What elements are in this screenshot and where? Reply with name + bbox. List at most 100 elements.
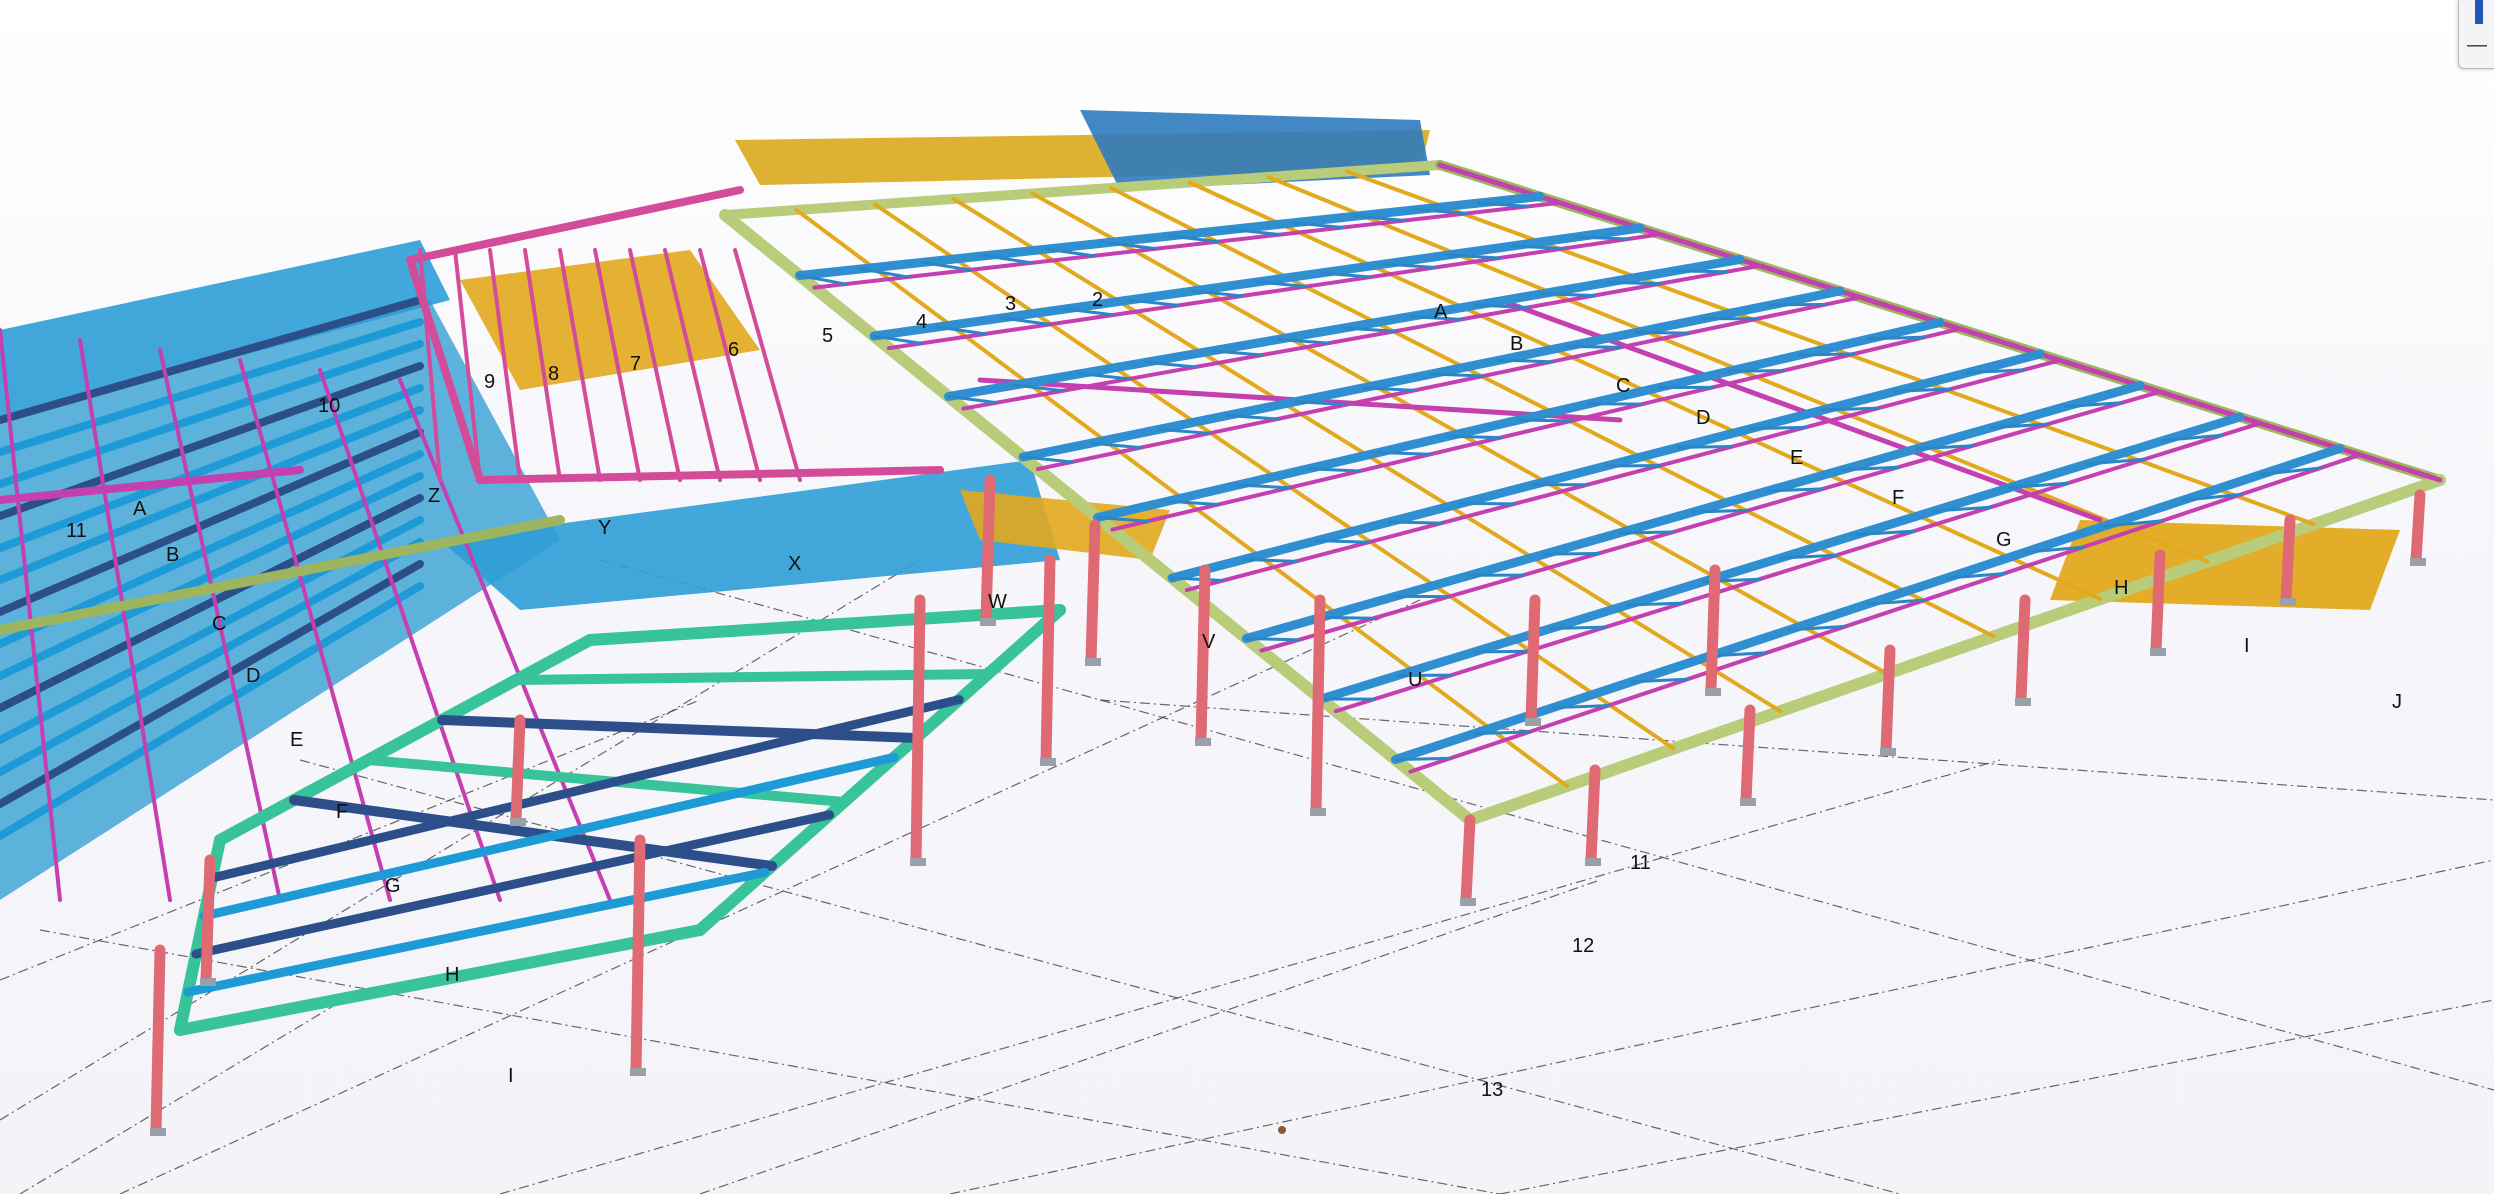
column bbox=[1585, 764, 1601, 866]
grid-label: U bbox=[1408, 669, 1422, 691]
column-baseplate bbox=[980, 618, 996, 626]
truss-web bbox=[1498, 358, 1554, 364]
truss-web bbox=[1517, 418, 1574, 423]
grid-label: 6 bbox=[728, 339, 739, 361]
framing-beam bbox=[694, 604, 1066, 936]
column bbox=[2280, 514, 2296, 606]
grid-label: Y bbox=[598, 517, 611, 539]
grid-label: Z bbox=[428, 485, 440, 507]
column bbox=[1705, 564, 1721, 696]
grid-line bbox=[19, 989, 361, 1194]
truss-web bbox=[1245, 637, 1301, 642]
column-baseplate bbox=[200, 978, 216, 986]
column bbox=[1460, 814, 1476, 906]
grid-label: 5 bbox=[822, 325, 833, 347]
truss-web bbox=[1691, 508, 1750, 514]
column bbox=[200, 854, 216, 986]
grid-label: B bbox=[166, 544, 179, 566]
column bbox=[150, 944, 166, 1136]
column bbox=[1525, 594, 1541, 726]
column-baseplate bbox=[1880, 748, 1896, 756]
truss-web bbox=[1574, 235, 1630, 241]
column bbox=[1040, 554, 1056, 766]
truss-web bbox=[1727, 369, 1785, 373]
column-baseplate bbox=[1460, 898, 1476, 906]
pink-frame-post bbox=[733, 248, 802, 482]
grid-label: 12 bbox=[1572, 935, 1594, 957]
grid-line bbox=[1499, 999, 2494, 1194]
framing-beam bbox=[199, 752, 899, 921]
column-baseplate bbox=[1585, 858, 1601, 866]
truss-web bbox=[1821, 406, 1880, 412]
grid-label: X bbox=[788, 553, 801, 575]
column-baseplate bbox=[1085, 658, 1101, 666]
grid-label: 7 bbox=[630, 353, 641, 375]
pink-frame bbox=[476, 466, 944, 484]
truss-web bbox=[1606, 280, 1662, 286]
truss-chord bbox=[812, 200, 1562, 290]
grid-label: G bbox=[385, 875, 401, 897]
truss-web bbox=[1617, 530, 1675, 535]
truss-web bbox=[1447, 434, 1503, 440]
column-baseplate bbox=[510, 818, 526, 826]
grid-label: A bbox=[133, 498, 147, 520]
column bbox=[1195, 564, 1211, 746]
column bbox=[510, 714, 526, 826]
grid-label: 11 bbox=[1630, 852, 1651, 874]
grid-line bbox=[949, 859, 2494, 1194]
truss-web bbox=[1242, 557, 1298, 563]
truss-web bbox=[1315, 539, 1371, 544]
grid-label: I bbox=[2244, 635, 2250, 657]
grid-label: F bbox=[336, 801, 348, 823]
grid-label: 4 bbox=[916, 311, 927, 333]
grid-label: H bbox=[445, 964, 459, 986]
truss-web bbox=[1549, 625, 1607, 630]
column bbox=[2410, 489, 2426, 566]
truss-web bbox=[1676, 444, 1735, 449]
truss-web bbox=[1394, 756, 1452, 761]
column bbox=[630, 834, 646, 1076]
grid-label: 10 bbox=[318, 395, 340, 417]
grid-label: C bbox=[212, 613, 226, 635]
truss-web bbox=[1430, 372, 1485, 378]
column-baseplate bbox=[2410, 558, 2426, 566]
model-viewport[interactable]: 2 3 4 5 6 7 8 9 10 11 12 13 A B C D E F G H I J U V W X Y Z A B C D E F G H… bbox=[0, 0, 2494, 1194]
grid-label: H bbox=[2114, 577, 2128, 599]
grid-label: D bbox=[1696, 407, 1710, 429]
column-baseplate bbox=[1310, 808, 1326, 816]
column bbox=[2015, 594, 2031, 706]
grid-line bbox=[299, 759, 1901, 1194]
grid-label: C bbox=[1616, 375, 1630, 397]
column bbox=[2150, 549, 2166, 656]
column-baseplate bbox=[150, 1128, 166, 1136]
truss-web bbox=[1472, 730, 1531, 736]
truss-web bbox=[1798, 352, 1856, 357]
grid-label: 8 bbox=[548, 363, 559, 385]
truss-web bbox=[1387, 520, 1444, 525]
grid-label: J bbox=[2392, 691, 2402, 713]
grid-label: 13 bbox=[1481, 1079, 1503, 1101]
truss-web bbox=[1672, 269, 1729, 274]
truss-web bbox=[1459, 501, 1516, 506]
grid-label: G bbox=[1996, 529, 2012, 551]
pink-frame-post bbox=[698, 248, 762, 482]
grid-label: 9 bbox=[484, 371, 495, 393]
truss-web bbox=[1566, 344, 1622, 349]
truss-web bbox=[1749, 425, 1807, 431]
column bbox=[1310, 594, 1326, 816]
column-baseplate bbox=[630, 1068, 646, 1076]
framing-beam bbox=[191, 810, 835, 959]
column-baseplate bbox=[1195, 738, 1211, 746]
structural-3d-model: 2 3 4 5 6 7 8 9 10 11 12 13 A B C D E F G H I J U V W X Y Z A B C D E F G H… bbox=[0, 110, 2494, 1194]
grid-label: 11 bbox=[66, 520, 87, 542]
column bbox=[1740, 704, 1756, 806]
truss-web bbox=[1540, 292, 1596, 298]
truss-web bbox=[1157, 427, 1211, 435]
truss-web bbox=[1542, 552, 1600, 556]
truss-web bbox=[1376, 451, 1432, 456]
column-baseplate bbox=[1040, 758, 1056, 766]
minimize-button[interactable]: — bbox=[2465, 32, 2489, 58]
grid-label: 3 bbox=[1005, 293, 1016, 315]
grid-line bbox=[599, 559, 2494, 1091]
grid-line bbox=[699, 879, 1601, 1194]
